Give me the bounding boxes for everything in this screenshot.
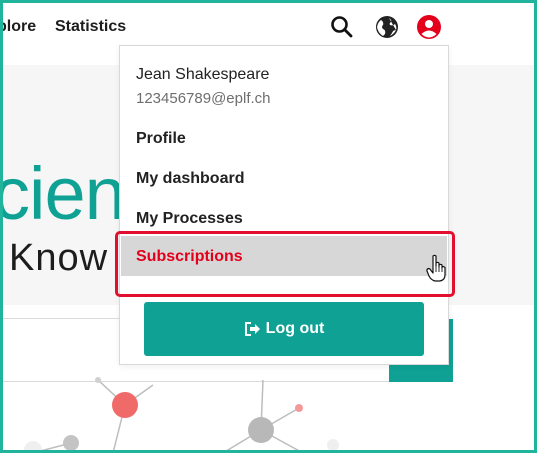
user-name: Jean Shakespeare (136, 66, 270, 83)
hero-subtitle: Know (9, 237, 109, 279)
network-node-faint-2 (327, 439, 339, 450)
network-node-faint (24, 441, 42, 450)
menu-item-my-processes[interactable]: My Processes (136, 210, 243, 228)
search-icon[interactable] (329, 14, 355, 40)
network-node-red (112, 392, 138, 418)
hero-title: cien (0, 152, 126, 235)
nav-statistics-link[interactable]: Statistics (55, 18, 126, 36)
globe-icon[interactable] (374, 14, 400, 40)
network-illustration (24, 377, 339, 450)
menu-item-my-dashboard[interactable]: My dashboard (136, 170, 244, 188)
nav-explore-link[interactable]: plore (3, 18, 36, 36)
screenshot-frame: cien Know plore Statistics Jean Shakespe… (0, 0, 537, 453)
highlight-annotation (115, 231, 455, 297)
user-email: 123456789@eplf.ch (136, 90, 271, 107)
network-node-tiny (95, 377, 101, 383)
menu-item-profile[interactable]: Profile (136, 130, 186, 148)
network-node-small (63, 435, 79, 450)
hand-cursor-icon (426, 254, 446, 282)
network-node-pink (295, 404, 303, 412)
logout-icon (244, 322, 260, 336)
user-icon[interactable] (416, 14, 442, 40)
user-menu-dropdown: Jean Shakespeare 123456789@eplf.ch Profi… (119, 45, 449, 365)
logout-button[interactable]: Log out (144, 302, 424, 356)
network-node-gray (248, 417, 274, 443)
logout-label: Log out (265, 320, 325, 337)
